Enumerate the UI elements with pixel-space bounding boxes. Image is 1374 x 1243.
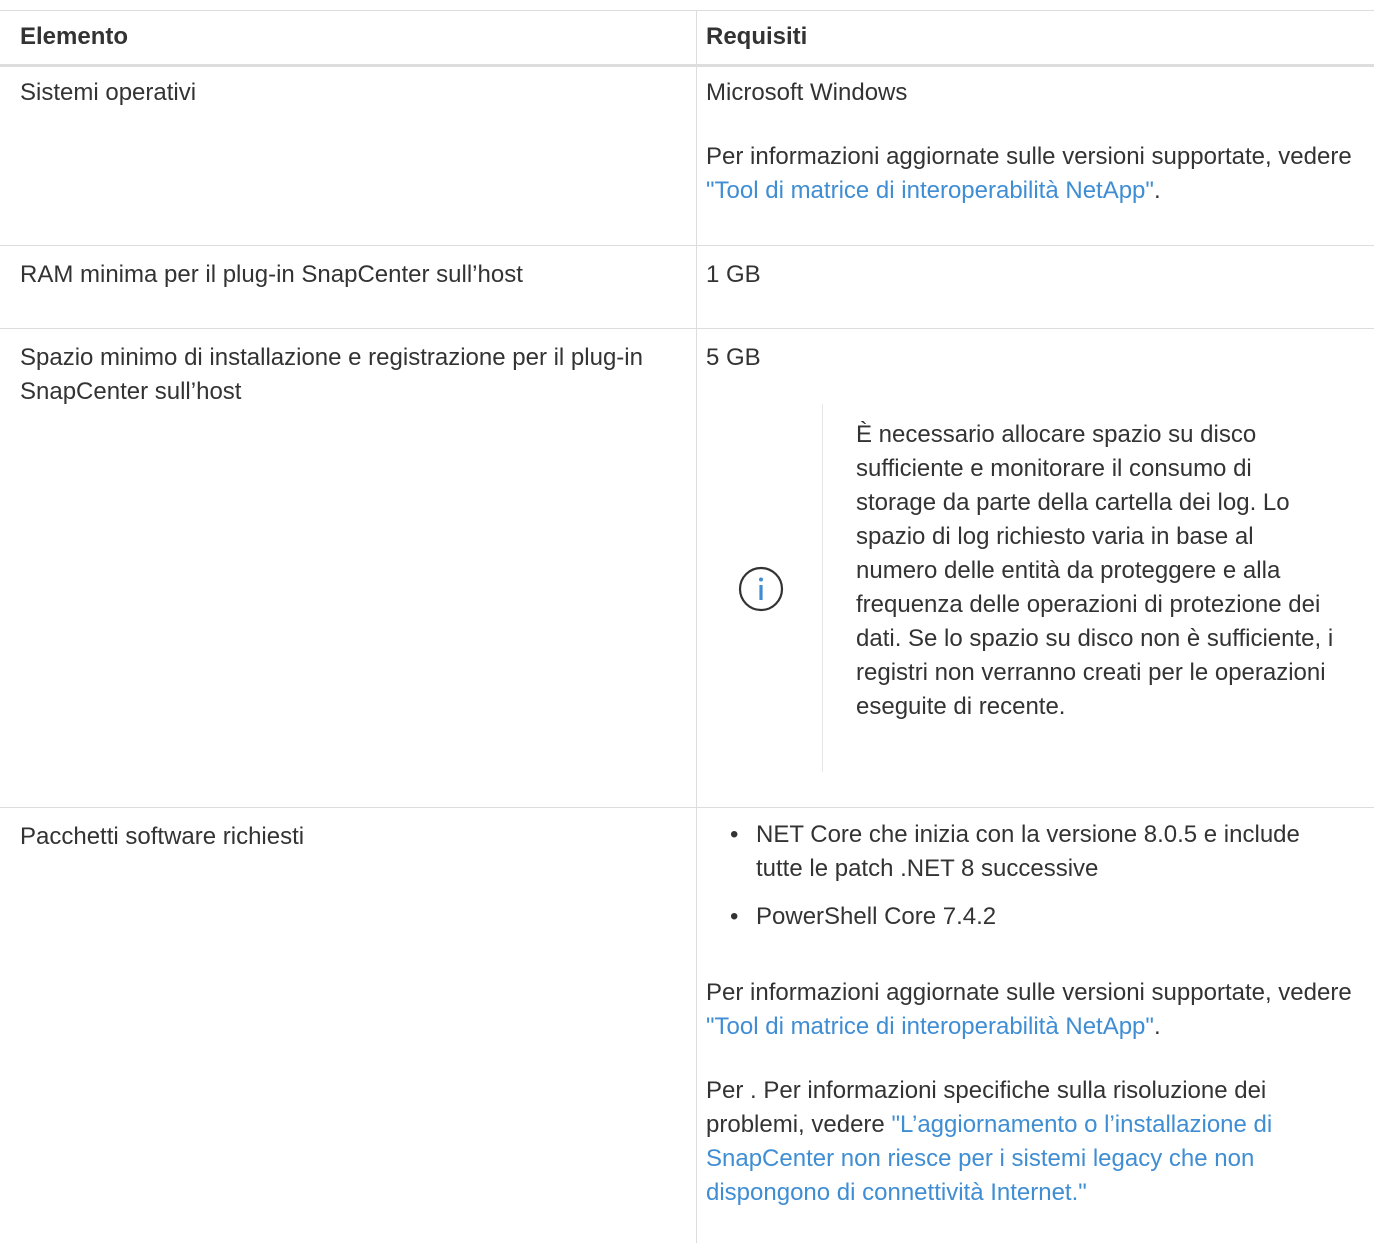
row-divider xyxy=(0,328,1374,329)
os-info-text: Per informazioni aggiornate sulle versio… xyxy=(706,143,1352,170)
package-dotnet: NET Core che inizia con la versione 8.0.… xyxy=(756,821,1300,882)
os-info-paragraph: Per informazioni aggiornate sulle versio… xyxy=(706,140,1366,208)
disk-space-value: 5 GB xyxy=(706,344,761,371)
row-divider xyxy=(0,245,1374,246)
list-item: • NET Core che inizia con la versione 8.0… xyxy=(726,818,1346,886)
row1-element: Sistemi operativi xyxy=(20,79,197,106)
table-top-border xyxy=(0,10,1374,11)
bullet: • xyxy=(730,903,739,930)
bullet: • xyxy=(730,821,739,848)
interop-matrix-link[interactable]: "Tool di matrice di interoperabilità Net… xyxy=(706,1013,1154,1040)
row2-element: RAM minima per il plug-in SnapCenter sul… xyxy=(20,261,523,288)
column-divider xyxy=(696,10,697,1243)
package-powershell: PowerShell Core 7.4.2 xyxy=(756,903,997,930)
required-packages-list: • NET Core che inizia con la versione 8.0… xyxy=(726,818,1346,948)
os-info-suffix: . xyxy=(1153,177,1161,204)
row4-element: Pacchetti software richiesti xyxy=(20,823,305,850)
os-value: Microsoft Windows xyxy=(706,79,908,106)
header-requirements: Requisiti xyxy=(706,23,808,50)
troubleshooting-paragraph: Per . Per informazioni specifiche sulla … xyxy=(706,1074,1370,1210)
info-icon xyxy=(738,566,784,612)
pkg-info-text: Per informazioni aggiornate sulle versio… xyxy=(706,979,1352,1006)
row4-info: Per informazioni aggiornate sulle versio… xyxy=(706,976,1370,1210)
row1-requirements: Microsoft Windows Per informazioni aggio… xyxy=(706,76,1366,208)
requirements-table: Elemento Requisiti Sistemi operativi Mic… xyxy=(0,0,1374,1243)
pkg-info-suffix: . xyxy=(1153,1013,1161,1040)
pkg-info-paragraph: Per informazioni aggiornate sulle versio… xyxy=(706,976,1370,1044)
table-header xyxy=(0,10,1374,66)
note-divider xyxy=(822,404,823,772)
interop-matrix-link[interactable]: "Tool di matrice di interoperabilità Net… xyxy=(706,177,1154,204)
row3-element: Spazio minimo di installazione e registr… xyxy=(20,344,643,405)
header-element: Elemento xyxy=(20,23,129,50)
row-divider xyxy=(0,807,1374,808)
list-item: • PowerShell Core 7.4.2 xyxy=(726,900,1346,934)
header-divider xyxy=(0,64,1374,67)
disk-space-note: È necessario allocare spazio su disco su… xyxy=(856,421,1334,720)
ram-value: 1 GB xyxy=(706,261,761,288)
